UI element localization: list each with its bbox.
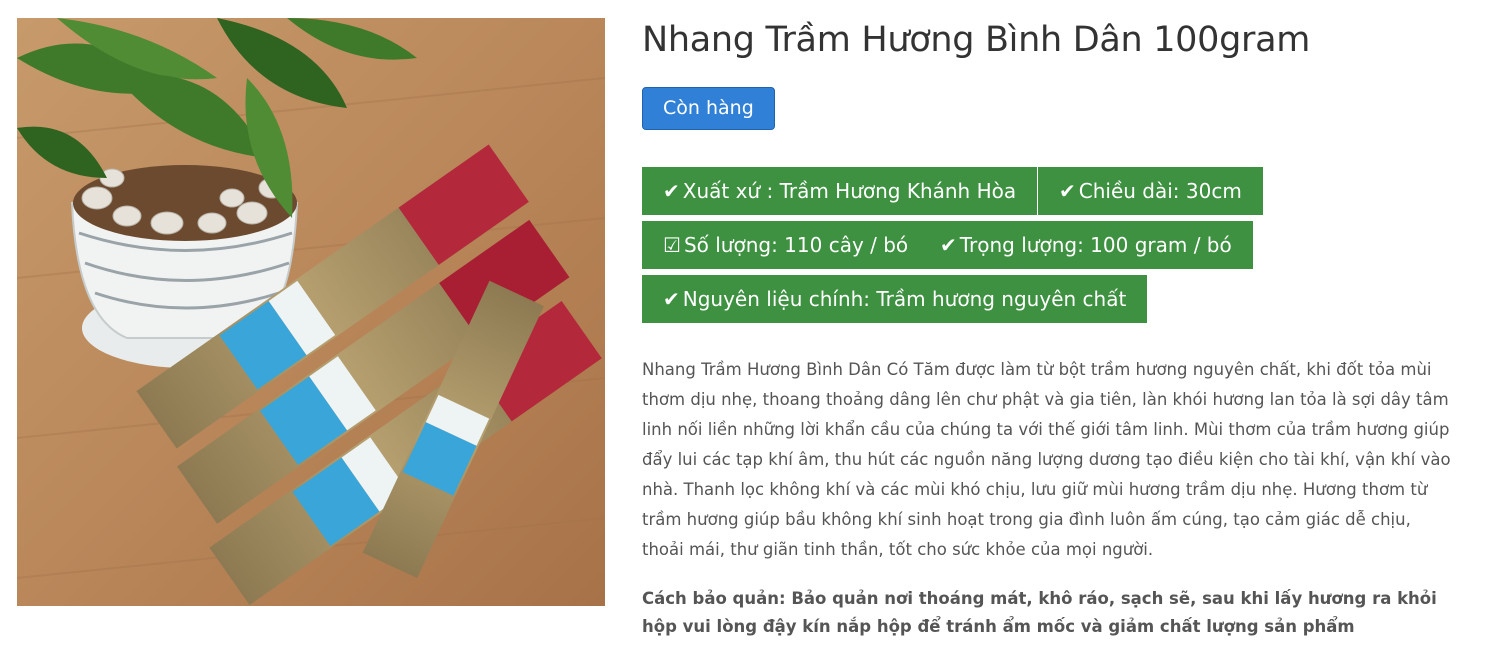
check-icon: ✔ xyxy=(1059,179,1076,203)
attribute-material: ✔ Nguyên liệu chính: Trầm hương nguyên ch… xyxy=(642,275,1148,323)
storage-note: Cách bảo quản: Bảo quản nơi thoáng mát, … xyxy=(642,589,1437,636)
product-description: Nhang Trầm Hương Bình Dân Có Tăm được là… xyxy=(642,360,1451,559)
attribute-origin: ✔ Xuất xứ : Trầm Hương Khánh Hòa xyxy=(642,167,1038,215)
check-icon: ✔ xyxy=(663,179,680,203)
attribute-weight: ✔ Trọng lượng: 100 gram / bó xyxy=(919,221,1253,269)
attribute-quantity: ☑ Số lượng: 110 cây / bó xyxy=(642,221,930,269)
checkbox-icon: ☑ xyxy=(663,233,681,257)
check-icon: ✔ xyxy=(940,233,957,257)
in-stock-button[interactable]: Còn hàng xyxy=(642,87,775,130)
check-icon: ✔ xyxy=(663,287,680,311)
product-title: Nhang Trầm Hương Bình Dân 100gram xyxy=(642,20,1311,60)
attribute-length: ✔ Chiều dài: 30cm xyxy=(1038,167,1263,215)
product-image[interactable] xyxy=(17,18,605,606)
